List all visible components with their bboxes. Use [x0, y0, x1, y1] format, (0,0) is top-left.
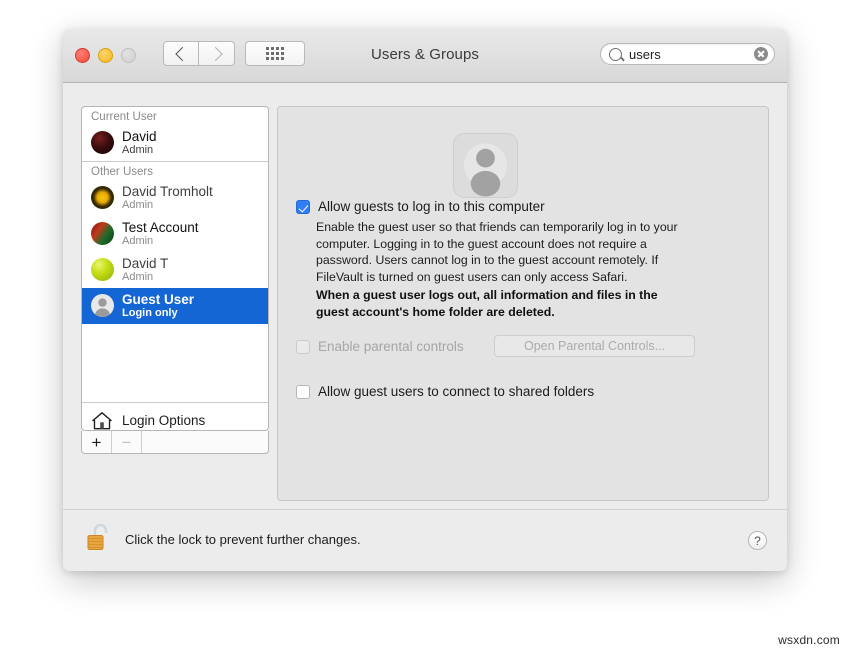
guest-description-text: Enable the guest user so that friends ca… — [316, 220, 678, 284]
remove-user-button: − — [112, 431, 142, 453]
list-item-david-tromholt[interactable]: David Tromholt Admin — [82, 180, 268, 216]
help-button[interactable]: ? — [748, 531, 767, 550]
avatar — [91, 294, 114, 317]
enable-parental-controls-label: Enable parental controls — [318, 339, 464, 354]
login-options-label: Login Options — [122, 413, 206, 428]
list-item-name: David — [122, 128, 157, 144]
clear-search-icon[interactable] — [754, 47, 768, 61]
user-avatar-large[interactable] — [453, 133, 518, 198]
allow-guests-checkbox[interactable] — [296, 200, 310, 214]
shared-folders-checkbox[interactable] — [296, 385, 310, 399]
avatar — [91, 186, 114, 209]
list-item-name: Guest User — [122, 291, 195, 307]
list-item-test-account[interactable]: Test Account Admin — [82, 216, 268, 252]
list-item-name: David T — [122, 255, 169, 271]
window-titlebar: Users & Groups users — [63, 29, 787, 83]
enable-parental-controls-checkbox — [296, 340, 310, 354]
lock-status-text: Click the lock to prevent further change… — [125, 532, 361, 547]
system-preferences-window: Users & Groups users Current User David … — [63, 29, 787, 571]
search-icon — [609, 47, 622, 61]
list-item-name: David Tromholt — [122, 183, 213, 199]
guest-silhouette-icon — [463, 143, 508, 197]
list-item-role: Admin — [122, 234, 154, 247]
list-item-role: Login only — [122, 306, 178, 319]
guest-warning-text: When a guest user logs out, all informat… — [316, 288, 658, 319]
list-item-role: Admin — [122, 270, 154, 283]
group-header-other-users: Other Users — [91, 166, 153, 178]
shared-folders-label: Allow guest users to connect to shared f… — [318, 384, 595, 399]
allow-guests-row[interactable]: Allow guests to log in to this computer — [296, 199, 545, 214]
list-item-role: Admin — [122, 198, 154, 211]
search-field[interactable]: users — [600, 43, 775, 65]
window-body: Current User David Admin Other Users Dav… — [63, 83, 787, 571]
list-item-david[interactable]: David Admin — [82, 125, 268, 161]
user-list-sidebar: Current User David Admin Other Users Dav… — [81, 106, 269, 431]
avatar — [91, 222, 114, 245]
list-item-david-t[interactable]: David T Admin — [82, 252, 268, 288]
search-input[interactable]: users — [629, 47, 754, 62]
shared-folders-row[interactable]: Allow guest users to connect to shared f… — [296, 384, 594, 399]
avatar — [91, 258, 114, 281]
guest-silhouette-icon — [95, 298, 110, 317]
unlocked-padlock-icon — [87, 523, 108, 550]
open-parental-controls-button: Open Parental Controls... — [494, 335, 695, 357]
avatar — [91, 131, 114, 154]
window-footer: Click the lock to prevent further change… — [63, 509, 787, 571]
list-item-role: Admin — [122, 143, 154, 156]
list-item-guest-user[interactable]: Guest User Login only — [82, 288, 268, 324]
screenshot-root: Users & Groups users Current User David … — [0, 0, 850, 653]
watermark: wsxdn.com — [778, 633, 840, 647]
list-item-name: Test Account — [122, 219, 199, 235]
lock-button[interactable] — [85, 522, 115, 556]
home-icon — [92, 412, 112, 430]
parental-controls-row: Enable parental controls Open Parental C… — [296, 335, 716, 357]
list-empty-space — [82, 324, 268, 402]
login-options-button[interactable]: Login Options — [82, 402, 268, 430]
guest-user-settings-panel: Allow guests to log in to this computer … — [277, 106, 769, 501]
allow-guests-label: Allow guests to log in to this computer — [318, 199, 545, 214]
add-user-button[interactable]: + — [82, 431, 112, 453]
add-remove-user-toolbar: + − — [81, 431, 269, 454]
group-header-current-user: Current User — [91, 111, 157, 123]
